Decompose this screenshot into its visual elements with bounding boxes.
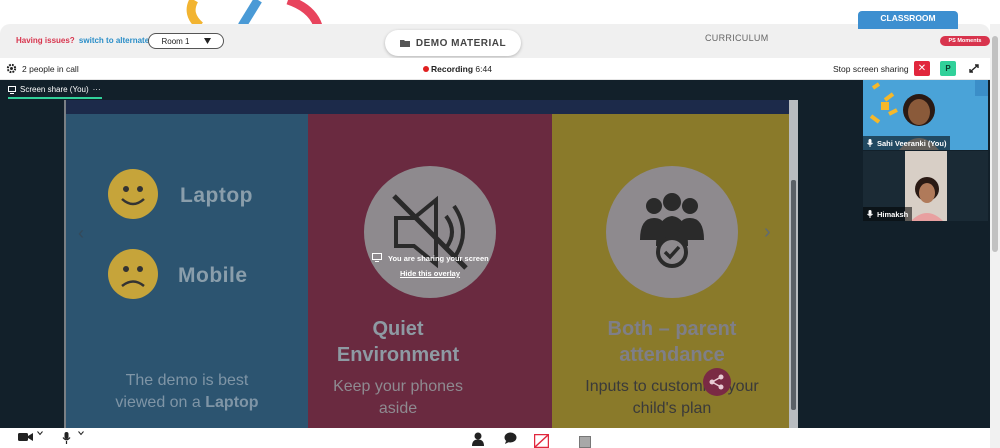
page-scrollbar-thumb[interactable] (992, 36, 998, 252)
mute-circle (364, 166, 496, 298)
recording-dot-icon (423, 66, 429, 72)
screen-share-tab-label: Screen share (You) (20, 85, 89, 94)
happy-face-icon (108, 169, 158, 219)
family-check-icon (640, 193, 704, 268)
participant-tile-self[interactable]: Sahi Veeranki (You) (863, 80, 988, 150)
sad-face-icon (108, 249, 158, 299)
caret-down-icon (203, 38, 211, 44)
quiet-subtext-line1: Keep your phones (333, 378, 463, 395)
expand-icon[interactable] (966, 61, 982, 76)
demo-material-label: DEMO MATERIAL (415, 37, 507, 49)
moments-label: PS Moments (948, 38, 982, 44)
whiteboard-icon[interactable] (579, 436, 591, 448)
screen-share-overlay-icon (372, 253, 382, 262)
quiet-headline-line1: Quiet (372, 318, 424, 340)
curriculum-tab[interactable]: CURRICULUM (705, 33, 769, 43)
screen-share-tab[interactable]: Screen share (You) ··· (8, 85, 101, 94)
parent-headline-line1: Both – parent (607, 318, 737, 340)
participant-name-self: Sahi Veeranki (You) (863, 136, 951, 150)
microphone-icon (867, 210, 873, 218)
speaker-muted-icon (392, 194, 468, 270)
stop-screen-share-icon[interactable] (534, 434, 549, 448)
microphone-toolbar-icon[interactable] (62, 432, 71, 444)
app-root: Having issues? switch to alternate room … (0, 0, 1000, 448)
device-tip-line1: The demo is best (125, 372, 249, 389)
sharing-message: You are sharing your screen (388, 254, 489, 263)
parent-subtext-line2: child's plan (632, 400, 712, 417)
room-select-value: Room 1 (161, 36, 190, 46)
bottom-toolbar (0, 428, 990, 448)
quiet-subtext: Keep your phones aside (318, 376, 478, 420)
quiet-headline: Quiet Environment (318, 316, 478, 368)
chevron-down-icon[interactable] (78, 431, 84, 436)
parent-subtext: Inputs to customize your child's plan (572, 376, 772, 420)
camera-icon[interactable] (18, 432, 34, 442)
device-tip-bold: Laptop (205, 394, 259, 411)
device-tip-prefix: viewed on a (115, 394, 206, 411)
participant-name-self-label: Sahi Veeranki (You) (877, 138, 947, 148)
chevron-down-icon[interactable] (37, 431, 43, 436)
slide-scrollbar-thumb[interactable] (791, 180, 796, 410)
room-select[interactable]: Room 1 (148, 33, 224, 49)
parent-headline: Both – parent attendance (572, 316, 772, 368)
slide-prev-arrow-icon[interactable]: ‹ (78, 223, 84, 244)
share-fab-button[interactable] (703, 368, 731, 396)
brand-logo (186, 0, 323, 26)
participant-name-other: Himaksh (863, 207, 913, 221)
recording-label: Recording (431, 64, 474, 74)
moments-badge[interactable]: PS Moments (940, 36, 990, 46)
quiet-headline-line2: Environment (336, 344, 460, 366)
person-icon[interactable] (472, 432, 484, 446)
classroom-tab[interactable]: CLASSROOM (858, 11, 958, 29)
recording-time: 6:44 (475, 64, 492, 74)
tab-more-icon[interactable]: ··· (93, 85, 101, 94)
microphone-icon (867, 139, 873, 147)
device-tip: The demo is best viewed on a Laptop (86, 370, 288, 414)
recording-status: Recording 6:44 (431, 64, 492, 74)
stop-share-button[interactable]: ✕ (914, 61, 930, 76)
parent-headline-line2: attendance (619, 344, 725, 366)
slide-next-arrow-icon[interactable]: › (764, 221, 771, 244)
people-count: 2 people in call (22, 64, 79, 74)
folder-icon (399, 40, 410, 47)
option-mobile: Mobile (178, 264, 248, 287)
hide-overlay-link[interactable]: Hide this overlay (400, 269, 460, 278)
participant-name-other-label: Himaksh (877, 209, 909, 219)
parent-subtext-line1: Inputs to customize your (585, 378, 759, 395)
device-tip-line2: viewed on a Laptop (86, 392, 288, 414)
participant-tile-other[interactable]: Himaksh (863, 151, 988, 221)
screen-share-icon (8, 85, 16, 94)
family-circle (606, 166, 738, 298)
chat-icon[interactable] (504, 432, 517, 444)
stop-screen-sharing-label[interactable]: Stop screen sharing (833, 64, 909, 74)
slide-top-strip (66, 100, 796, 114)
gear-icon[interactable] (6, 63, 17, 74)
option-laptop: Laptop (180, 184, 253, 207)
issues-label: Having issues? (16, 36, 75, 45)
tile-side-strip (975, 80, 988, 96)
demo-material-button[interactable]: DEMO MATERIAL (385, 30, 521, 56)
share-icon (709, 374, 724, 390)
quiet-subtext-line2: aside (378, 400, 418, 417)
participant-p-button[interactable]: P (940, 61, 956, 76)
tab-underline (8, 97, 102, 99)
